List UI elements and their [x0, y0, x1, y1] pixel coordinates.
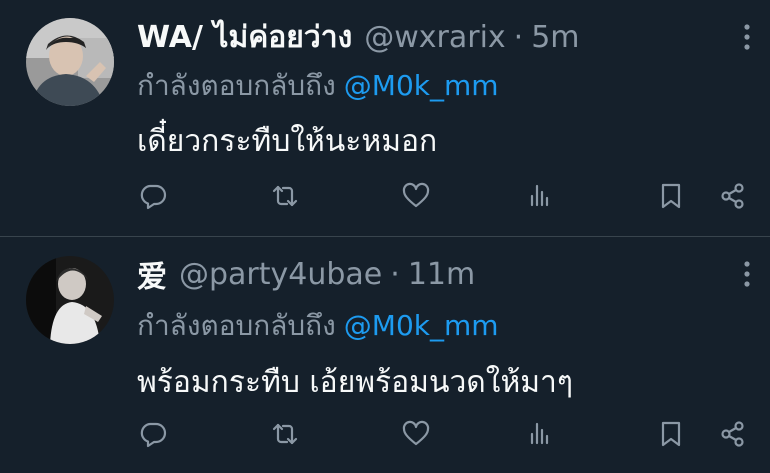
action-bar	[0, 176, 770, 216]
like-button[interactable]	[396, 414, 436, 454]
tweet[interactable]: WA/ ไม่ค่อยว่าง @wxrarix · 5m กำลังตอบกล…	[0, 0, 770, 236]
like-icon	[402, 420, 430, 446]
like-icon	[402, 182, 430, 208]
tweet-header: WA/ ไม่ค่อยว่าง @wxrarix · 5m	[137, 17, 580, 57]
retweet-icon	[272, 423, 298, 445]
avatar[interactable]	[26, 256, 114, 344]
reply-button[interactable]	[133, 176, 173, 216]
username-handle[interactable]: @wxrarix	[364, 20, 505, 55]
mention-link[interactable]: @M0k_mm	[344, 69, 499, 102]
views-button[interactable]	[520, 414, 560, 454]
replying-to-label: กำลังตอบกลับถึง	[137, 69, 336, 102]
retweet-button[interactable]	[265, 176, 305, 216]
reply-button[interactable]	[133, 414, 173, 454]
separator-dot: ·	[390, 256, 400, 292]
timestamp[interactable]: 11m	[408, 257, 475, 292]
avatar-image	[26, 18, 114, 106]
views-icon	[530, 184, 549, 207]
bookmark-button[interactable]	[651, 414, 691, 454]
retweet-icon	[272, 185, 298, 207]
timestamp[interactable]: 5m	[531, 20, 579, 55]
tweet-text: พร้อมกระทืบ เอ้ยพร้อมนวดให้มาๆ	[137, 365, 573, 400]
views-button[interactable]	[520, 176, 560, 216]
tweet-text: เดี๋ยวกระทืบให้นะหมอก	[137, 124, 438, 159]
tweet-header: 爱 @party4ubae · 11m	[137, 252, 475, 296]
avatar[interactable]	[26, 18, 114, 106]
views-icon	[530, 422, 549, 445]
like-button[interactable]	[396, 176, 436, 216]
share-button[interactable]	[713, 176, 753, 216]
avatar-image	[26, 256, 114, 344]
replying-to-label: กำลังตอบกลับถึง	[137, 309, 336, 342]
bookmark-button[interactable]	[651, 176, 691, 216]
display-name[interactable]: WA/ ไม่ค่อยว่าง	[137, 14, 352, 61]
reply-icon	[140, 422, 167, 448]
action-bar	[0, 414, 770, 454]
more-icon	[744, 261, 750, 287]
username-handle[interactable]: @party4ubae	[179, 257, 382, 292]
more-icon	[744, 24, 750, 50]
mention-link[interactable]: @M0k_mm	[344, 309, 499, 342]
bookmark-icon	[661, 183, 681, 209]
replying-to: กำลังตอบกลับถึง @M0k_mm	[137, 64, 499, 108]
more-button[interactable]	[735, 17, 759, 57]
bookmark-icon	[661, 421, 681, 447]
display-name[interactable]: 爱	[137, 252, 167, 296]
retweet-button[interactable]	[265, 414, 305, 454]
replying-to: กำลังตอบกลับถึง @M0k_mm	[137, 304, 499, 348]
share-icon	[721, 421, 744, 447]
tweet[interactable]: 爱 @party4ubae · 11m กำลังตอบกลับถึง @M0k_…	[0, 237, 770, 473]
more-button[interactable]	[735, 254, 759, 294]
separator-dot: ·	[513, 19, 524, 55]
reply-icon	[140, 184, 167, 210]
share-icon	[721, 183, 744, 209]
share-button[interactable]	[713, 414, 753, 454]
